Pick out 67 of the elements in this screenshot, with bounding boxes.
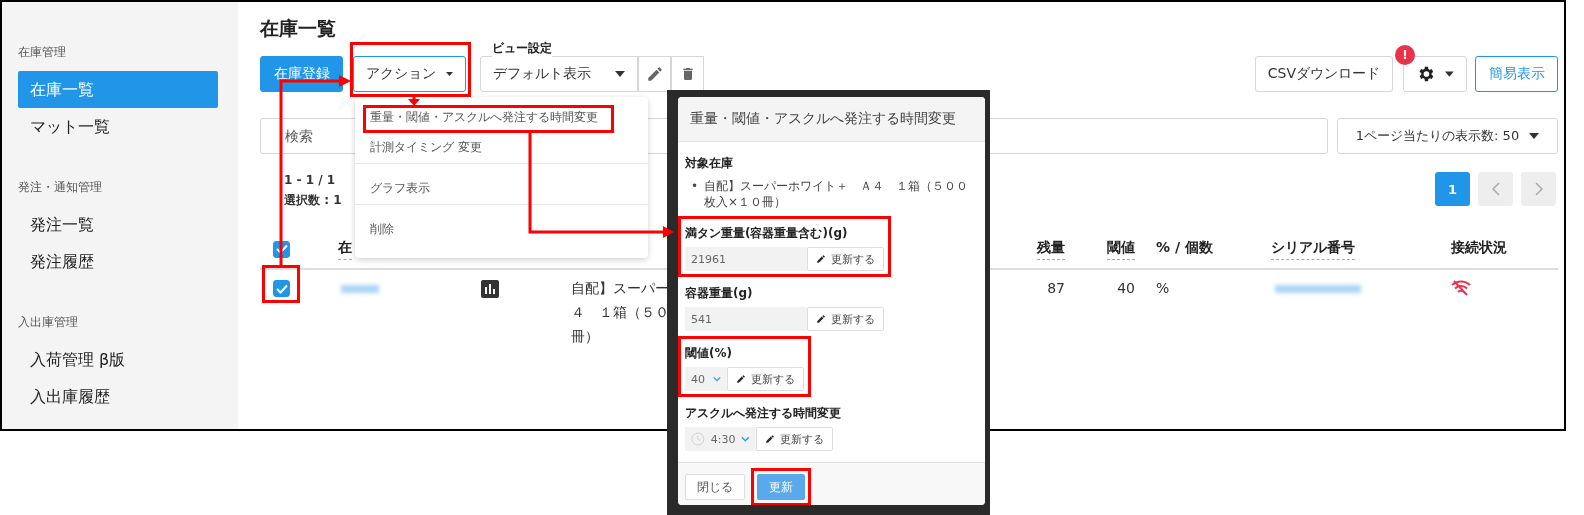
pencil-icon (645, 65, 664, 83)
page-title: 在庫一覧 (260, 16, 337, 41)
section-title: 在庫管理 (18, 44, 67, 61)
column-header[interactable]: 在 (338, 238, 352, 260)
menu-item[interactable]: 重量・閾値・アスクルへ発注する時間変更 (355, 107, 648, 137)
update-field-button[interactable]: 更新する (807, 247, 884, 271)
view-select[interactable]: デフォルト表示 (480, 56, 638, 92)
menu-item[interactable]: グラフ表示 (355, 163, 648, 208)
pencil-icon (816, 314, 826, 324)
close-button[interactable]: 閉じる (685, 474, 745, 500)
column-header[interactable]: シリアル番号 (1271, 238, 1355, 260)
pencil-icon (765, 434, 775, 444)
chevron-down-icon (741, 436, 750, 442)
nav-item[interactable]: 入荷管理 β版 (18, 341, 218, 378)
edit-button[interactable] (638, 56, 671, 92)
pencil-icon (816, 254, 826, 264)
field-label: 容器重量(g) (685, 285, 753, 302)
time-select[interactable]: 4:30 (685, 427, 756, 451)
chevron-left-icon (1491, 182, 1500, 196)
update-field-button[interactable]: 更新する (727, 367, 804, 391)
input-field[interactable]: 541 (685, 307, 807, 331)
field-label: アスクルへ発注する時間変更 (685, 405, 841, 422)
field-label: 閾値(%) (685, 345, 732, 362)
row-checkbox[interactable] (273, 280, 290, 297)
caret-icon (1529, 133, 1540, 139)
settings-dropdown[interactable] (1403, 56, 1467, 92)
caret-icon (615, 71, 625, 77)
action-dropdown[interactable]: アクション (353, 56, 466, 92)
remaining-value: 87 (1047, 280, 1065, 296)
page-size-select[interactable]: 1ページ当たりの表示数: 50 (1337, 118, 1558, 154)
column-header: % / 個数 (1156, 239, 1213, 257)
chevron-right-icon (1534, 182, 1543, 196)
caret-icon (446, 71, 453, 77)
view-setting-label: ビュー設定 (492, 40, 552, 57)
column-header: 接続状況 (1451, 239, 1507, 257)
arrow (408, 96, 420, 106)
caret-icon (1445, 71, 1454, 77)
section-title: 発注・通知管理 (18, 179, 103, 196)
target-item: 自配】スーパーホワイト＋ Ａ４ １箱（５００枚入×１０冊） (704, 178, 970, 210)
bullet: • (691, 178, 699, 194)
unit-value: % (1156, 280, 1170, 296)
result-count: 選択数 : 1 (284, 192, 342, 209)
chevron-down-icon (713, 376, 721, 382)
alert-badge: ! (1395, 45, 1415, 65)
csv-download-button[interactable]: CSVダウンロード (1254, 56, 1393, 92)
field-label: 対象在庫 (685, 155, 733, 172)
delete-button[interactable] (671, 56, 704, 92)
nav-item[interactable]: 入出庫履歴 (18, 378, 218, 415)
nav-item[interactable]: 発注履歴 (18, 243, 218, 280)
menu-item[interactable]: 削除 (355, 204, 648, 249)
select-field[interactable]: 40 (685, 367, 727, 391)
threshold-value: 40 (1117, 280, 1135, 296)
section-title: 入出庫管理 (18, 314, 79, 331)
pencil-icon (736, 374, 746, 384)
nav-item[interactable]: 発注一覧 (18, 206, 218, 243)
clock-icon (691, 431, 705, 447)
bar-chart-icon[interactable] (481, 280, 499, 298)
column-header[interactable]: 閾値 (1107, 238, 1135, 260)
nav-item[interactable]: マット一覧 (18, 108, 218, 145)
result-count: 1 - 1 / 1 (284, 172, 337, 189)
input-field[interactable]: 21961 (685, 247, 807, 271)
field-label: 満タン重量(容器重量含む)(g) (685, 225, 848, 242)
highlight-frame (262, 265, 300, 303)
modal-title: 重量・閾値・アスクルへ発注する時間変更 (690, 110, 956, 128)
column-header[interactable]: 残量 (1037, 238, 1065, 260)
update-field-button[interactable]: 更新する (807, 307, 884, 331)
update-field-button[interactable]: 更新する (756, 427, 833, 451)
